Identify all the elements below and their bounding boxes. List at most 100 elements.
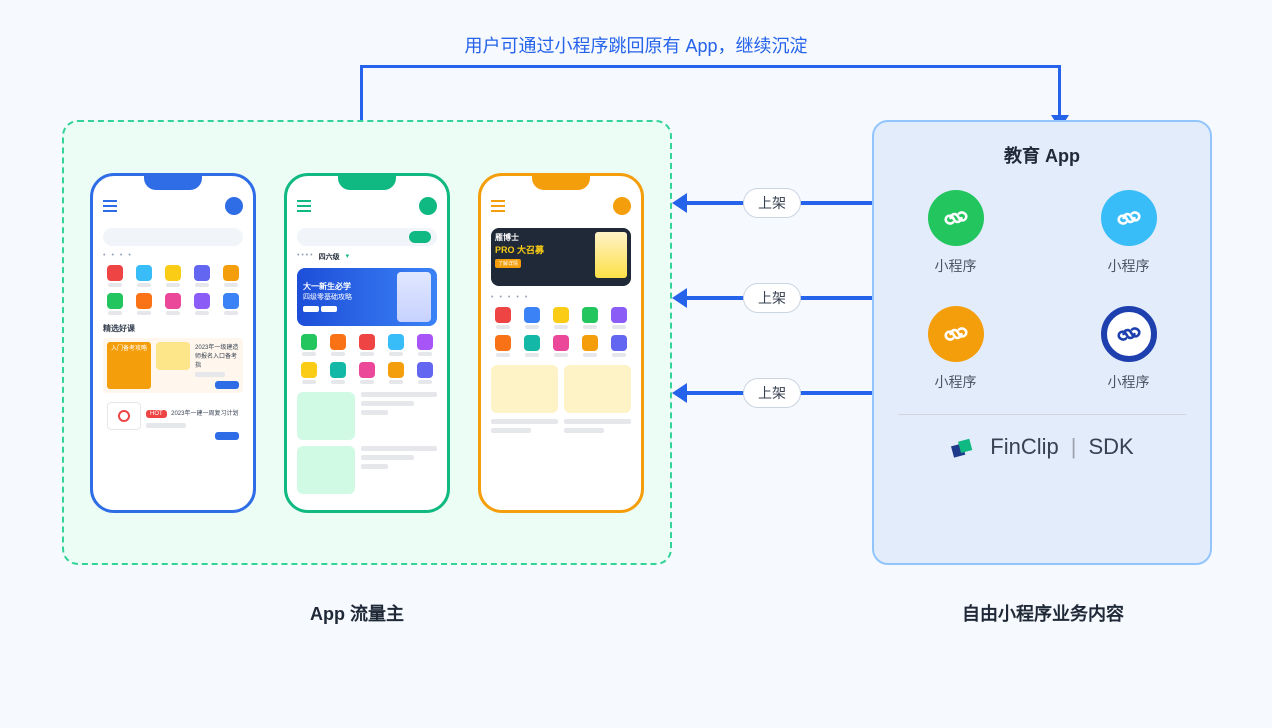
publish-arrow: 上架 <box>672 280 872 316</box>
miniprogram-label: 小程序 <box>935 256 977 276</box>
badge: 入门备考攻略 <box>107 342 151 389</box>
cta-button <box>215 432 239 440</box>
app-icon <box>218 265 243 287</box>
connector-line <box>1058 65 1061 117</box>
phone-mock-orange: 雁博士 PRO 大召募 了解详情 ••••• <box>478 173 644 513</box>
publish-arrow: 上架 <box>672 185 872 221</box>
app-icon <box>383 362 408 384</box>
sdk-row: FinClip | SDK <box>898 433 1186 461</box>
person-photo <box>397 272 431 322</box>
avatar-icon <box>613 197 631 215</box>
sdk-suffix: SDK <box>1088 434 1133 460</box>
phone-mock-blue: •••• 精选好课 入门备考攻略 2023年一级建造师报名入口备考指 HOT 2… <box>90 173 256 513</box>
content-card <box>491 365 558 413</box>
miniprogram-icon <box>1101 306 1157 362</box>
miniprogram-label: 小程序 <box>1108 256 1150 276</box>
top-caption: 用户可通过小程序跳回原有 App，继续沉淀 <box>464 32 807 58</box>
phone-notch <box>144 174 202 190</box>
app-icon-grid <box>491 307 631 357</box>
avatar-icon <box>225 197 243 215</box>
app-traffic-panel: •••• 精选好课 入门备考攻略 2023年一级建造师报名入口备考指 HOT 2… <box>62 120 672 565</box>
app-icon <box>355 362 380 384</box>
content-card <box>297 392 355 440</box>
card-title: 2023年一级建造师报名入口备考指 <box>195 342 239 369</box>
promo-banner: 大一新生必学 四级零基础攻略 <box>297 268 437 326</box>
banner-t2: PRO 大召募 <box>495 243 595 256</box>
course-card: 入门备考攻略 2023年一级建造师报名入口备考指 <box>103 338 243 393</box>
badge: HOT <box>146 410 167 418</box>
phone-mock-green: • • • • 四六级 ▾ 大一新生必学 四级零基础攻略 <box>284 173 450 513</box>
app-icon <box>491 307 516 329</box>
card-title: 2023年一建一周复习计划 <box>171 411 238 417</box>
promo-banner: 雁博士 PRO 大召募 了解详情 <box>491 228 631 286</box>
divider <box>898 414 1186 415</box>
right-panel-title: 教育 App <box>898 142 1186 168</box>
section-title: 精选好课 <box>103 323 243 334</box>
app-icon <box>189 265 214 287</box>
tabs: •••• <box>103 252 243 259</box>
banner-l2: 四级零基础攻略 <box>303 292 352 302</box>
miniprogram-label: 小程序 <box>1108 372 1150 392</box>
arrow-left-icon <box>672 288 687 308</box>
miniprogram-item: 小程序 <box>1071 190 1186 276</box>
arrow-label: 上架 <box>743 188 801 218</box>
miniprogram-item: 小程序 <box>898 190 1013 276</box>
sdk-separator: | <box>1071 434 1077 460</box>
right-panel-caption: 自由小程序业务内容 <box>962 600 1124 626</box>
app-icon <box>132 293 157 315</box>
app-icon <box>606 335 631 357</box>
app-icon <box>297 334 322 356</box>
avatar-icon <box>419 197 437 215</box>
app-icon-grid <box>297 334 437 384</box>
menu-icon <box>103 200 117 212</box>
app-icon <box>326 334 351 356</box>
app-icon <box>606 307 631 329</box>
app-icon <box>383 334 408 356</box>
app-icon <box>103 293 128 315</box>
app-icon <box>549 307 574 329</box>
arrow-left-icon <box>672 193 687 213</box>
miniprogram-label: 小程序 <box>935 372 977 392</box>
search-bar <box>103 228 243 246</box>
content-card <box>564 365 631 413</box>
card-row <box>491 365 631 413</box>
search-button <box>409 231 431 243</box>
miniprogram-item: 小程序 <box>898 306 1013 392</box>
course-card: HOT 2023年一建一周复习计划 <box>103 398 243 444</box>
banner-l1: 大一新生必学 <box>303 281 352 292</box>
app-icon <box>520 335 545 357</box>
miniprogram-item: 小程序 <box>1071 306 1186 392</box>
banner-t1: 雁博士 <box>495 232 595 243</box>
card-row <box>297 446 437 494</box>
cta-button <box>215 381 239 389</box>
menu-icon <box>491 200 505 212</box>
miniprogram-icon <box>928 306 984 362</box>
app-icon <box>355 334 380 356</box>
app-icon <box>412 362 437 384</box>
sdk-brand: FinClip <box>990 434 1058 460</box>
app-icon <box>577 307 602 329</box>
app-icon <box>412 334 437 356</box>
app-icon <box>218 293 243 315</box>
finclip-logo-icon <box>950 433 978 461</box>
app-icon <box>520 307 545 329</box>
banner-button: 了解详情 <box>495 259 521 268</box>
app-icon <box>161 265 186 287</box>
phone-notch <box>532 174 590 190</box>
arrow-label: 上架 <box>743 283 801 313</box>
arrow-label: 上架 <box>743 378 801 408</box>
tabs: • • • • 四六级 ▾ <box>297 252 437 262</box>
phone-notch <box>338 174 396 190</box>
app-icon <box>326 362 351 384</box>
miniprogram-icon <box>928 190 984 246</box>
app-icon <box>161 293 186 315</box>
app-icon <box>103 265 128 287</box>
connector-line <box>360 65 1060 68</box>
app-icon <box>577 335 602 357</box>
app-icon <box>297 362 322 384</box>
app-icon <box>132 265 157 287</box>
tabs: ••••• <box>491 294 631 301</box>
person-photo <box>595 232 627 278</box>
left-panel-caption: App 流量主 <box>310 600 404 626</box>
app-icon <box>491 335 516 357</box>
